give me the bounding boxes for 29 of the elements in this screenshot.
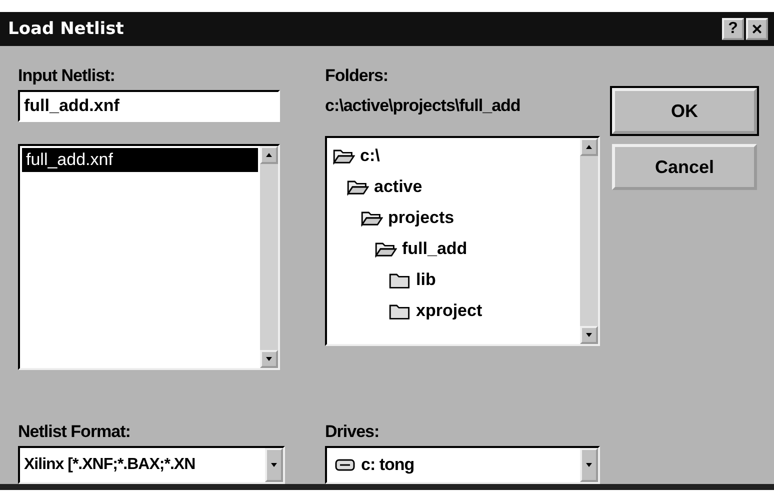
input-netlist-label: Input Netlist: (18, 66, 116, 87)
drive-icon (335, 459, 355, 471)
folder-name[interactable]: projects (388, 208, 454, 228)
scroll-up-icon[interactable] (580, 138, 598, 156)
folder-name[interactable]: xproject (416, 300, 482, 320)
folder-name[interactable]: active (374, 176, 422, 196)
netlist-format-dropdown[interactable]: Xilinx [*.XNF;*.BAX;*.XN (18, 446, 285, 484)
folder-name[interactable]: full_add (402, 238, 468, 258)
file-item[interactable]: full_add.xnf (22, 148, 258, 172)
input-netlist-field[interactable]: full_add.xnf (18, 90, 280, 122)
scroll-down-icon[interactable] (260, 350, 278, 368)
close-button[interactable]: × (746, 18, 768, 40)
folder-tree[interactable]: c:\ active projects full_add lib xproject (325, 136, 600, 346)
file-list[interactable]: full_add.xnf (18, 144, 280, 370)
scrollbar[interactable] (580, 138, 598, 344)
folders-label: Folders: (325, 66, 390, 87)
folder-path: c:\active\projects\full_add (325, 95, 522, 117)
window-title: Load Netlist (8, 19, 124, 39)
drives-label: Drives: (325, 422, 380, 443)
scroll-down-icon[interactable] (580, 326, 598, 344)
scroll-up-icon[interactable] (260, 146, 278, 164)
drives-dropdown[interactable]: c: tong (325, 446, 600, 484)
cancel-button[interactable]: Cancel (612, 144, 757, 190)
folder-name[interactable]: c:\ (360, 146, 380, 166)
netlist-format-label: Netlist Format: (18, 422, 132, 443)
help-button[interactable]: ? (722, 18, 744, 40)
scrollbar[interactable] (260, 146, 278, 368)
folder-name[interactable]: lib (416, 270, 436, 290)
ok-button[interactable]: OK (612, 88, 757, 134)
